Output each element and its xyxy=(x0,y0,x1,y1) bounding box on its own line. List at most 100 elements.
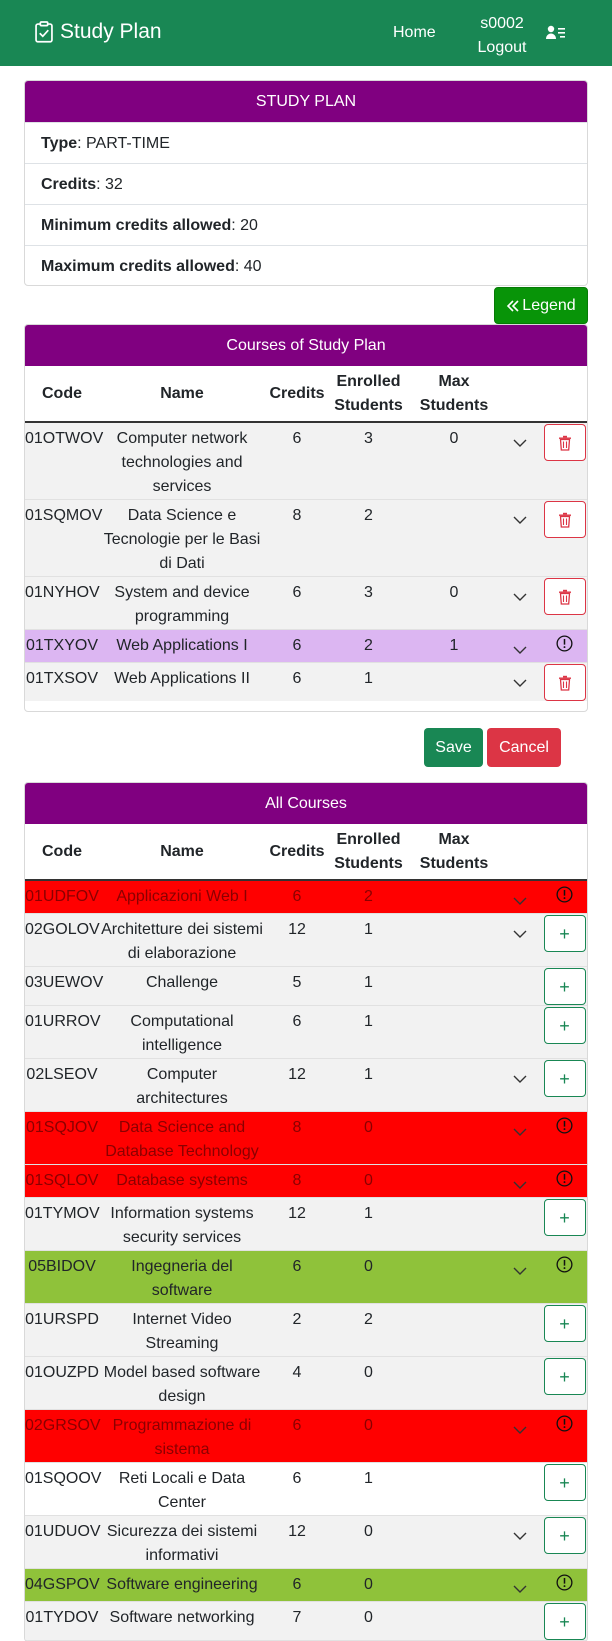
add-course-button[interactable]: + xyxy=(543,1517,586,1554)
remove-course-button[interactable] xyxy=(543,578,586,615)
save-button[interactable]: Save xyxy=(424,728,483,767)
course-name: Model based software design xyxy=(99,1356,265,1410)
exclamation-circle-icon[interactable] xyxy=(556,886,573,903)
expand-cell xyxy=(500,1356,540,1410)
course-enrolled: 1 xyxy=(329,1197,408,1251)
add-course-button[interactable]: + xyxy=(543,915,586,952)
course-max xyxy=(408,1197,500,1251)
course-code: 01TYDOV xyxy=(25,1601,99,1641)
course-credits: 12 xyxy=(265,1058,329,1112)
course-max xyxy=(408,1058,500,1112)
exclamation-circle-icon[interactable] xyxy=(556,1170,573,1187)
plan-max-credits-value: : 40 xyxy=(234,258,262,275)
add-course-button[interactable]: + xyxy=(543,1199,586,1236)
course-name: Computational intelligence xyxy=(99,1005,265,1059)
course-max xyxy=(408,1005,500,1059)
action-cell xyxy=(540,1250,587,1304)
exclamation-circle-icon[interactable] xyxy=(556,1117,573,1134)
cancel-button[interactable]: Cancel xyxy=(487,728,561,767)
legend-button[interactable]: Legend xyxy=(494,287,588,324)
course-max: 1 xyxy=(408,629,500,663)
course-credits: 6 xyxy=(265,1462,329,1516)
course-credits: 12 xyxy=(265,913,329,967)
chevron-down-icon[interactable] xyxy=(513,646,527,654)
add-course-button[interactable]: + xyxy=(543,1060,586,1097)
chevron-down-icon[interactable] xyxy=(513,1267,527,1275)
expand-cell xyxy=(500,1058,540,1112)
expand-cell xyxy=(500,1164,540,1198)
chevron-down-icon[interactable] xyxy=(513,679,527,687)
add-course-button[interactable]: + xyxy=(543,968,586,1005)
exclamation-circle-icon[interactable] xyxy=(556,1256,573,1273)
action-cell: + xyxy=(540,1005,587,1059)
chevron-down-icon[interactable] xyxy=(513,897,527,905)
course-max xyxy=(408,662,500,701)
course-code: 01SQJOV xyxy=(25,1111,99,1165)
chevron-down-icon[interactable] xyxy=(513,439,527,447)
course-max xyxy=(408,1601,500,1641)
chevron-down-icon[interactable] xyxy=(513,1075,527,1083)
add-course-button[interactable]: + xyxy=(543,1603,586,1640)
study-plan-header: STUDY PLAN xyxy=(25,81,587,122)
add-course-button[interactable]: + xyxy=(543,1305,586,1342)
remove-course-button[interactable] xyxy=(543,664,586,701)
exclamation-circle-icon[interactable] xyxy=(556,635,573,652)
all-courses-header: All Courses xyxy=(25,783,587,824)
brand[interactable]: Study Plan xyxy=(34,20,162,44)
action-cell xyxy=(540,662,587,701)
chevron-down-icon[interactable] xyxy=(513,1585,527,1593)
add-course-button[interactable]: + xyxy=(543,1358,586,1395)
action-cell: + xyxy=(540,1058,587,1112)
add-course-button[interactable]: + xyxy=(543,1464,586,1501)
course-code: 02GRSOV xyxy=(25,1409,101,1463)
chevron-down-icon[interactable] xyxy=(513,1128,527,1136)
remove-course-button[interactable] xyxy=(543,424,586,461)
course-enrolled: 0 xyxy=(329,1409,408,1463)
table-header-row: Code Name Credits Enrolled Students Max … xyxy=(25,824,587,881)
chevron-down-icon[interactable] xyxy=(513,930,527,938)
chevron-down-icon[interactable] xyxy=(513,516,527,524)
course-enrolled: 2 xyxy=(329,499,408,577)
col-action xyxy=(540,824,587,881)
person-lines-icon[interactable] xyxy=(546,25,566,41)
chevron-down-icon[interactable] xyxy=(513,593,527,601)
chevron-down-icon[interactable] xyxy=(513,1181,527,1189)
exclamation-circle-icon[interactable] xyxy=(556,1574,573,1591)
course-max xyxy=(408,1409,500,1463)
table-row: 01TXSOV Web Applications II 6 1 xyxy=(25,662,587,701)
action-cell xyxy=(540,1164,587,1198)
exclamation-circle-icon[interactable] xyxy=(556,1415,573,1432)
chevron-down-icon[interactable] xyxy=(513,1426,527,1434)
course-credits: 12 xyxy=(265,1515,329,1569)
action-cell xyxy=(540,1409,587,1463)
legend-label: Legend xyxy=(522,296,576,314)
nav-home-link[interactable]: Home xyxy=(393,24,436,42)
col-chevron xyxy=(500,366,540,423)
expand-cell xyxy=(500,966,540,1006)
course-enrolled: 1 xyxy=(329,966,408,1006)
col-chevron xyxy=(500,824,540,881)
col-code: Code xyxy=(25,824,99,881)
course-enrolled: 1 xyxy=(329,913,408,967)
expand-cell xyxy=(500,1250,540,1304)
col-name: Name xyxy=(99,824,265,881)
table-row: 01TYMOV Information systems security serv… xyxy=(25,1197,587,1251)
logout-link[interactable]: Logout xyxy=(472,36,532,60)
add-course-button[interactable]: + xyxy=(543,1007,586,1044)
course-code: 01TYMOV xyxy=(25,1197,100,1251)
course-enrolled: 1 xyxy=(329,662,408,701)
col-credits: Credits xyxy=(265,366,329,423)
expand-cell xyxy=(500,1111,540,1165)
course-credits: 6 xyxy=(265,1568,329,1602)
course-credits: 6 xyxy=(265,629,329,663)
action-cell xyxy=(540,879,587,914)
table-row: 01OTWOV Computer network technologies and… xyxy=(25,421,587,500)
course-enrolled: 0 xyxy=(329,1515,408,1569)
chevron-down-icon[interactable] xyxy=(513,1532,527,1540)
course-credits: 6 xyxy=(265,1250,329,1304)
col-max: Max Students xyxy=(408,366,500,423)
clipboard-check-icon xyxy=(35,21,53,43)
course-name: Software engineering xyxy=(99,1568,265,1602)
remove-course-button[interactable] xyxy=(543,501,586,538)
course-name: Architetture dei sistemi di elaborazione xyxy=(99,913,265,967)
